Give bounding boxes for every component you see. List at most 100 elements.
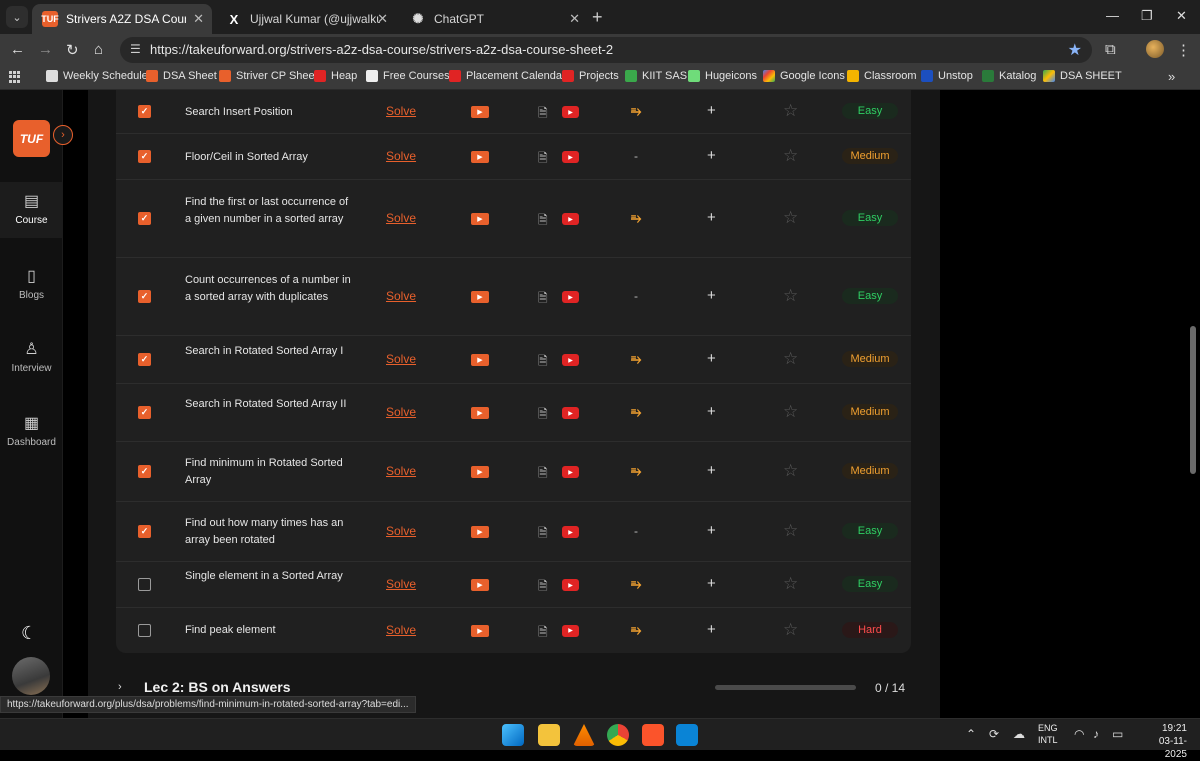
close-icon[interactable]: ✕ (569, 11, 580, 27)
youtube-icon[interactable]: ▶ (562, 579, 579, 591)
bookmark-weekly-schedule[interactable]: Weekly Schedule (46, 70, 148, 82)
bookmark-projects[interactable]: Projects (562, 70, 619, 82)
notes-doc-icon[interactable]: 🗎 (538, 211, 548, 232)
show-hidden-icons-icon[interactable]: ⌃ (966, 727, 976, 741)
problem-checkbox[interactable]: ✓ (138, 290, 151, 303)
solve-link[interactable]: Solve (386, 464, 416, 478)
windows-start-icon[interactable] (502, 724, 524, 746)
clock[interactable]: 19:21 03-11-2025 (1137, 722, 1187, 761)
forward-icon[interactable]: → (38, 41, 53, 58)
add-note-icon[interactable]: + (707, 403, 716, 420)
new-tab-button[interactable]: + (592, 7, 603, 28)
leetcode-icon[interactable]: ⥱ (631, 210, 641, 226)
article-video-icon[interactable]: ▶ (471, 526, 489, 538)
bookmark-dsa-sheet[interactable]: DSA Sheet (146, 70, 217, 82)
leetcode-icon[interactable]: ⥱ (631, 404, 641, 420)
bookmark-striver-cp-sheet[interactable]: Striver CP Sheet (219, 70, 318, 82)
dark-mode-toggle-icon[interactable]: ☾ (21, 623, 37, 644)
bookmark-placement-calendar[interactable]: Placement Calendar (449, 70, 566, 82)
bookmark-classroom[interactable]: Classroom (847, 70, 917, 82)
tab-chatgpt[interactable]: ✺ ChatGPT ✕ (400, 4, 588, 34)
revision-star-icon[interactable]: ☆ (783, 101, 798, 121)
add-note-icon[interactable]: + (707, 575, 716, 592)
bookmark-dsa-sheet-2[interactable]: DSA SHEET (1043, 70, 1122, 82)
bookmark-hugeicons[interactable]: Hugeicons (688, 70, 757, 82)
close-window-button[interactable]: ✕ (1176, 8, 1187, 24)
notes-doc-icon[interactable]: 🗎 (538, 524, 548, 545)
address-bar[interactable]: ☰ https://takeuforward.org/strivers-a2z-… (120, 37, 1092, 63)
revision-star-icon[interactable]: ☆ (783, 574, 798, 594)
solve-link[interactable]: Solve (386, 623, 416, 637)
article-video-icon[interactable]: ▶ (471, 151, 489, 163)
apps-grid-icon[interactable] (9, 71, 21, 83)
add-note-icon[interactable]: + (707, 147, 716, 164)
solve-link[interactable]: Solve (386, 211, 416, 225)
tab-x-profile[interactable]: X Ujjwal Kumar (@ujjwalkumar110 ✕ (216, 4, 396, 34)
article-video-icon[interactable]: ▶ (471, 624, 489, 637)
revision-star-icon[interactable]: ☆ (783, 286, 798, 306)
youtube-icon[interactable]: ▶ (562, 291, 579, 303)
article-video-icon[interactable]: ▶ (471, 579, 489, 591)
add-note-icon[interactable]: + (707, 621, 716, 638)
problem-checkbox[interactable] (138, 578, 151, 591)
solve-link[interactable]: Solve (386, 352, 416, 366)
bookmark-free-courses[interactable]: Free Courses (366, 70, 450, 82)
solve-link[interactable]: Solve (386, 577, 416, 591)
menu-icon[interactable]: ⋮ (1176, 41, 1191, 59)
expand-sidebar-button[interactable]: › (53, 125, 73, 145)
sidebar-item-dashboard[interactable]: ▦ Dashboard (0, 413, 63, 448)
reload-icon[interactable]: ↻ (66, 41, 79, 59)
notes-doc-icon[interactable]: 🗎 (538, 405, 548, 426)
article-video-icon[interactable]: ▶ (471, 213, 489, 225)
revision-star-icon[interactable]: ☆ (783, 461, 798, 481)
problem-checkbox[interactable]: ✓ (138, 406, 151, 419)
youtube-icon[interactable]: ▶ (562, 466, 579, 478)
back-icon[interactable]: ← (10, 41, 25, 58)
notes-doc-icon[interactable]: 🗎 (538, 464, 548, 485)
add-note-icon[interactable]: + (707, 102, 716, 119)
chrome-icon[interactable] (607, 724, 629, 746)
notes-doc-icon[interactable]: 🗎 (538, 623, 548, 644)
youtube-icon[interactable]: ▶ (562, 106, 579, 118)
more-bookmarks-icon[interactable]: » (1168, 69, 1175, 84)
bookmark-unstop[interactable]: Unstop (921, 70, 973, 82)
article-video-icon[interactable]: ▶ (471, 407, 489, 419)
vscode-icon[interactable] (676, 724, 698, 746)
site-info-icon[interactable]: ☰ (130, 42, 141, 56)
youtube-icon[interactable]: ▶ (562, 213, 579, 225)
solve-link[interactable]: Solve (386, 405, 416, 419)
restore-button[interactable]: ❐ (1141, 8, 1153, 24)
leetcode-icon[interactable]: ⥱ (631, 622, 641, 638)
solve-link[interactable]: Solve (386, 524, 416, 538)
notes-doc-icon[interactable]: 🗎 (538, 577, 548, 598)
problem-checkbox[interactable] (138, 623, 151, 637)
file-explorer-icon[interactable] (538, 724, 560, 746)
problem-checkbox[interactable]: ✓ (138, 353, 151, 366)
volume-icon[interactable]: ♪ (1093, 727, 1099, 741)
language-indicator[interactable]: ENG INTL (1038, 722, 1058, 746)
revision-star-icon[interactable]: ☆ (783, 208, 798, 228)
url-text[interactable]: https://takeuforward.org/strivers-a2z-ds… (150, 42, 613, 57)
bookmark-kiit-sas[interactable]: KIIT SAS (625, 70, 687, 82)
close-icon[interactable]: ✕ (377, 11, 388, 27)
tab-strivers-sheet[interactable]: TUF Strivers A2Z DSA Course/Sheet ✕ (32, 4, 212, 34)
leetcode-icon[interactable]: ⥱ (631, 351, 641, 367)
article-video-icon[interactable]: ▶ (471, 291, 489, 303)
problem-checkbox[interactable]: ✓ (138, 212, 151, 225)
problem-checkbox[interactable]: ✓ (138, 105, 151, 118)
revision-star-icon[interactable]: ☆ (783, 620, 798, 640)
article-video-icon[interactable]: ▶ (471, 466, 489, 478)
revision-star-icon[interactable]: ☆ (783, 349, 798, 369)
leetcode-icon[interactable]: ⥱ (631, 463, 641, 479)
vlc-icon[interactable] (573, 724, 595, 746)
sidebar-item-interview[interactable]: ♙ Interview (0, 339, 63, 374)
add-note-icon[interactable]: + (707, 350, 716, 367)
extensions-icon[interactable]: ⧉ (1105, 41, 1116, 58)
lecture-title[interactable]: Lec 2: BS on Answers (144, 679, 291, 695)
sidebar-item-blogs[interactable]: ▯ Blogs (0, 266, 63, 301)
problem-checkbox[interactable]: ✓ (138, 525, 151, 538)
leetcode-icon[interactable]: ⥱ (631, 103, 641, 119)
youtube-icon[interactable]: ▶ (562, 624, 579, 637)
add-note-icon[interactable]: + (707, 209, 716, 226)
close-icon[interactable]: ✕ (193, 11, 204, 27)
